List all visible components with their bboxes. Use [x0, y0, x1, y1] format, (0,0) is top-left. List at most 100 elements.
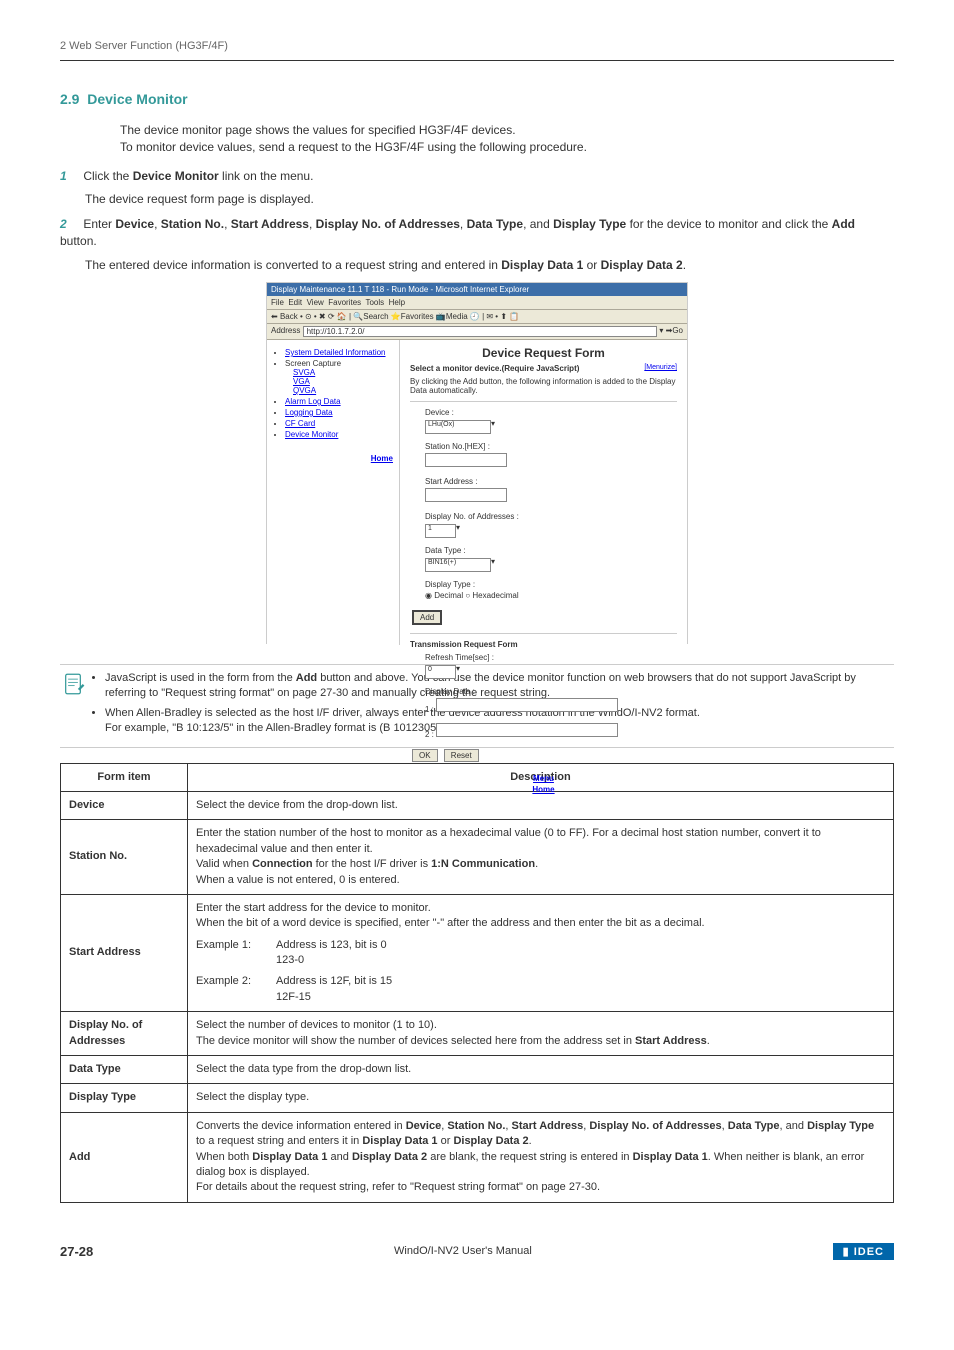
table-row-display-type: Display Type Select the display type.	[61, 1084, 894, 1112]
browser-toolbar: ⬅ Back • ⊙ • ✖ ⟳ 🏠 | 🔍Search ⭐Favorites …	[267, 310, 687, 324]
data-type-select[interactable]: BIN16(+)	[425, 558, 491, 572]
page-footer: 27-28 WindO/I-NV2 User's Manual IDEC	[60, 1243, 894, 1260]
form-description-table: Form item Description Device Select the …	[60, 763, 894, 1203]
device-label: Device :	[425, 408, 677, 417]
browser-menubar: File Edit View Favorites Tools Help	[267, 296, 687, 310]
favorites-button[interactable]: Favorites	[401, 312, 434, 321]
sidebar-device-monitor[interactable]: Device Monitor	[285, 430, 338, 439]
dd1-label: 1 :	[425, 705, 434, 714]
go-button[interactable]: Go	[672, 326, 683, 337]
menu-file[interactable]: File	[271, 298, 284, 307]
display-data-1-input[interactable]	[436, 698, 618, 712]
menu-help[interactable]: Help	[389, 298, 405, 307]
transmission-form-heading: Transmission Request Form	[410, 640, 677, 649]
back-button[interactable]: ⬅ Back	[271, 312, 298, 321]
sidebar-svga[interactable]: SVGA	[293, 368, 315, 377]
menu-tools[interactable]: Tools	[365, 298, 384, 307]
display-data-label: Display Data :	[425, 687, 677, 696]
footer-home-link[interactable]: Home	[412, 785, 675, 794]
idec-logo: IDEC	[833, 1243, 894, 1260]
step-2: 2 Enter Device, Station No., Start Addre…	[60, 216, 894, 250]
display-data-2-input[interactable]	[436, 723, 618, 737]
row-display-no-desc: Select the number of devices to monitor …	[188, 1012, 894, 1056]
browser-screenshot: Display Maintenance 11.1 T 118 - Run Mod…	[266, 282, 688, 644]
breadcrumb: 2 Web Server Function (HG3F/4F)	[60, 40, 894, 52]
row-device-label: Device	[61, 791, 188, 819]
window-titlebar: Display Maintenance 11.1 T 118 - Run Mod…	[267, 283, 687, 296]
media-button[interactable]: Media	[446, 312, 468, 321]
step-2-sub: The entered device information is conver…	[85, 258, 894, 272]
menu-view[interactable]: View	[307, 298, 324, 307]
section-heading: 2.9 Device Monitor	[60, 91, 894, 107]
table-row-display-no: Display No. of Addresses Select the numb…	[61, 1012, 894, 1056]
step-1-text: Click the Device Monitor link on the men…	[83, 169, 313, 183]
sidebar-menu: System Detailed Information Screen Captu…	[267, 340, 400, 645]
page-content: System Detailed Information Screen Captu…	[267, 340, 687, 645]
table-row-device: Device Select the device from the drop-d…	[61, 791, 894, 819]
device-request-form-heading: Device Request Form	[410, 346, 677, 360]
step-1-number: 1	[60, 168, 80, 185]
address-bar: Address http://10.1.7.2.0/ ▾ ➡Go	[267, 324, 687, 340]
main-content: Device Request Form [Menurize] Select a …	[400, 340, 687, 645]
refresh-time-label: Refresh Time[sec] :	[425, 653, 677, 662]
table-row-start-address: Start Address Enter the start address fo…	[61, 894, 894, 1011]
sidebar-vga[interactable]: VGA	[293, 377, 310, 386]
address-input[interactable]: http://10.1.7.2.0/	[303, 326, 658, 337]
sidebar-screen-capture: Screen Capture	[285, 359, 341, 368]
dd2-label: 2 :	[425, 730, 434, 739]
display-no-select[interactable]: 1	[425, 524, 456, 538]
step-1-sub: The device request form page is displaye…	[85, 192, 894, 206]
address-label: Address	[271, 326, 300, 337]
sidebar-home-link[interactable]: Home	[273, 454, 393, 463]
ok-button[interactable]: OK	[412, 749, 438, 762]
search-button[interactable]: Search	[363, 312, 388, 321]
section-title: Device Monitor	[87, 91, 187, 107]
row-add-label: Add	[61, 1112, 188, 1202]
add-description: By clicking the Add button, the followin…	[410, 377, 677, 395]
menu-favorites[interactable]: Favorites	[328, 298, 361, 307]
step-2-number: 2	[60, 216, 80, 233]
table-row-add: Add Converts the device information ente…	[61, 1112, 894, 1202]
station-no-input[interactable]	[425, 453, 507, 467]
row-display-no-label: Display No. of Addresses	[61, 1012, 188, 1056]
add-button[interactable]: Add	[412, 610, 442, 625]
menu-edit[interactable]: Edit	[288, 298, 302, 307]
display-type-decimal[interactable]: Decimal	[434, 591, 463, 600]
table-row-data-type: Data Type Select the data type from the …	[61, 1056, 894, 1084]
table-row-station-no: Station No. Enter the station number of …	[61, 820, 894, 895]
intro-text: The device monitor page shows the values…	[120, 122, 894, 156]
section-number: 2.9	[60, 91, 79, 107]
display-type-hexadecimal[interactable]: Hexadecimal	[472, 591, 518, 600]
row-station-label: Station No.	[61, 820, 188, 895]
th-form-item: Form item	[61, 763, 188, 791]
display-type-label: Display Type :	[425, 580, 677, 589]
footer-menu-link[interactable]: Menu	[412, 774, 675, 783]
step-2-text: Enter Device, Station No., Start Address…	[60, 217, 855, 248]
row-start-address-label: Start Address	[61, 894, 188, 1011]
row-device-desc: Select the device from the drop-down lis…	[188, 791, 894, 819]
sidebar-cf-card[interactable]: CF Card	[285, 419, 315, 428]
sidebar-alarm-log[interactable]: Alarm Log Data	[285, 397, 341, 406]
sidebar-logging-data[interactable]: Logging Data	[285, 408, 333, 417]
divider	[60, 60, 894, 61]
page-number: 27-28	[60, 1244, 93, 1259]
reset-button[interactable]: Reset	[444, 749, 479, 762]
sidebar-qvga[interactable]: QVGA	[293, 386, 316, 395]
menurize-link[interactable]: [Menurize]	[644, 364, 677, 371]
display-no-label: Display No. of Addresses :	[425, 512, 677, 521]
sidebar-system-info[interactable]: System Detailed Information	[285, 348, 386, 357]
start-address-input[interactable]	[425, 488, 507, 502]
row-add-desc: Converts the device information entered …	[188, 1112, 894, 1202]
device-select[interactable]: LHu(Ox)	[425, 420, 491, 434]
step-1: 1 Click the Device Monitor link on the m…	[60, 168, 894, 185]
data-type-label: Data Type :	[425, 546, 677, 555]
footer-title: WindO/I-NV2 User's Manual	[93, 1245, 832, 1257]
row-data-type-label: Data Type	[61, 1056, 188, 1084]
row-station-desc: Enter the station number of the host to …	[188, 820, 894, 895]
row-data-type-desc: Select the data type from the drop-down …	[188, 1056, 894, 1084]
row-start-address-desc: Enter the start address for the device t…	[188, 894, 894, 1011]
row-display-type-desc: Select the display type.	[188, 1084, 894, 1112]
refresh-time-select[interactable]: 0	[425, 665, 456, 679]
start-address-label: Start Address :	[425, 477, 677, 486]
row-display-type-label: Display Type	[61, 1084, 188, 1112]
